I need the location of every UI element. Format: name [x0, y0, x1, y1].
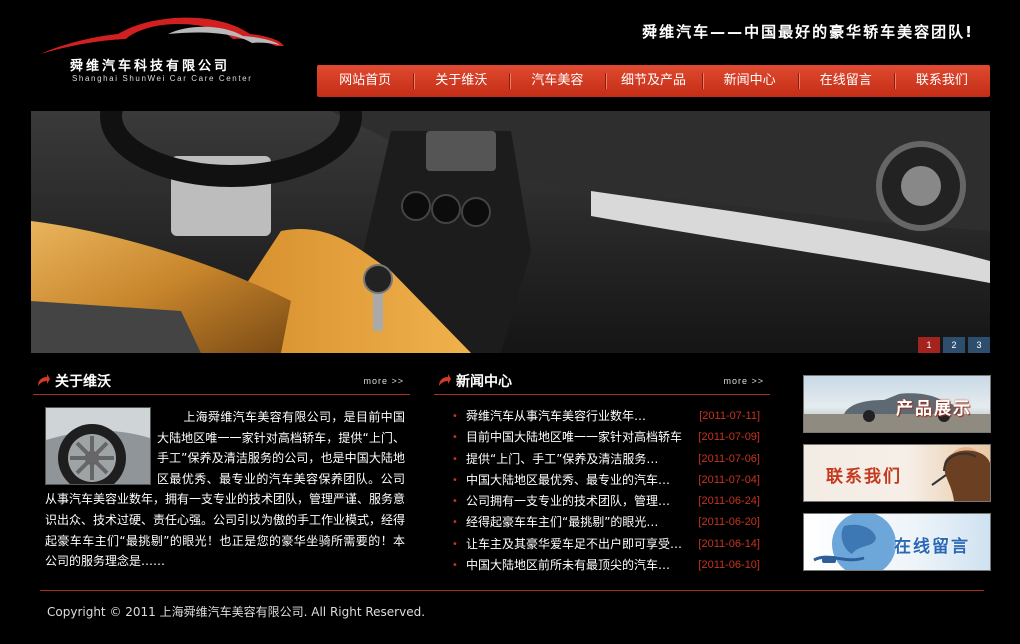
curved-arrow-icon: [38, 374, 50, 386]
site-logo[interactable]: 舜维汽车科技有限公司 Shanghai ShunWei Car Care Cen…: [38, 12, 288, 83]
products-label: 产品展示: [896, 399, 972, 419]
news-title[interactable]: 公司拥有一支专业的技术团队，管理…: [466, 491, 684, 512]
news-title[interactable]: 让车主及其豪华爱车足不出户即可享受…: [466, 534, 684, 555]
online-message-button[interactable]: 在线留言: [803, 513, 991, 571]
news-title[interactable]: 提供“上门、手工”保养及清洁服务…: [466, 449, 684, 470]
bullet-icon: •: [452, 538, 458, 550]
brand-name-cn: 舜维汽车科技有限公司: [70, 59, 231, 74]
hero-banner[interactable]: 1 2 3: [31, 111, 990, 353]
nav-news[interactable]: 新闻中心: [701, 65, 798, 97]
news-title[interactable]: 目前中国大陆地区唯一一家针对高档轿车: [466, 427, 684, 448]
news-date: [2011-07-06]: [698, 452, 760, 465]
message-label: 在线留言: [894, 537, 970, 557]
bullet-icon: •: [452, 474, 458, 486]
news-title[interactable]: 中国大陆地区前所未有最顶尖的汽车…: [466, 555, 684, 576]
car-silhouette-logo-icon: [40, 17, 284, 54]
news-item[interactable]: • 目前中国大陆地区唯一一家针对高档轿车 [2011-07-09]: [438, 427, 768, 448]
nav-message[interactable]: 在线留言: [797, 65, 894, 97]
slider-dot-3[interactable]: 3: [968, 337, 990, 353]
nav-contact[interactable]: 联系我们: [893, 65, 990, 97]
news-more-label: more: [723, 376, 748, 386]
news-title[interactable]: 经得起豪车车主们“最挑剔”的眼光…: [466, 512, 684, 533]
about-description: 上海舜维汽车美容有限公司，是目前中国大陆地区唯一一家针对高档轿车，提供“上门、手…: [45, 407, 405, 572]
nav-details-products[interactable]: 细节及产品: [605, 65, 701, 97]
bullet-icon: •: [452, 517, 458, 529]
curved-arrow-icon: [439, 374, 451, 386]
nav-car-care[interactable]: 汽车美容: [509, 65, 605, 97]
news-section-title: 新闻中心: [456, 374, 512, 390]
news-date: [2011-06-20]: [698, 516, 760, 529]
slider-pagination: 1 2 3: [918, 337, 990, 353]
slider-dot-1[interactable]: 1: [918, 337, 940, 353]
header-slogan: 舜维汽车——中国最好的豪华轿车美容团队!: [642, 23, 974, 41]
bullet-icon: •: [452, 411, 458, 422]
news-item[interactable]: • 中国大陆地区前所未有最顶尖的汽车… [2011-06-10]: [438, 555, 768, 576]
news-date: [2011-06-14]: [698, 537, 760, 550]
news-list: • 舜维汽车从事汽车美容行业数年… [2011-07-11] • 目前中国大陆地区唯一…: [438, 406, 768, 576]
brand-name-en: Shanghai ShunWei Car Care Center: [72, 74, 253, 83]
bullet-icon: •: [452, 432, 458, 444]
news-date: [2011-07-09]: [698, 431, 760, 444]
news-item[interactable]: • 舜维汽车从事汽车美容行业数年… [2011-07-11]: [438, 406, 768, 427]
about-section-header: 关于维沃 more >>: [33, 368, 410, 395]
contact-label: 联系我们: [826, 467, 902, 487]
news-item[interactable]: • 中国大陆地区最优秀、最专业的汽车… [2011-07-04]: [438, 470, 768, 491]
about-more-label: more: [363, 376, 388, 386]
news-date: [2011-07-11]: [699, 410, 760, 422]
news-date: [2011-07-04]: [698, 473, 760, 486]
bullet-icon: •: [452, 496, 458, 508]
news-item[interactable]: • 让车主及其豪华爱车足不出户即可享受… [2011-06-14]: [438, 534, 768, 555]
slider-dot-2[interactable]: 2: [943, 337, 965, 353]
news-more-link[interactable]: more >>: [723, 376, 764, 386]
news-item[interactable]: • 公司拥有一支专业的技术团队，管理… [2011-06-24]: [438, 491, 768, 512]
nav-about[interactable]: 关于维沃: [413, 65, 509, 97]
news-item[interactable]: • 经得起豪车车主们“最挑剔”的眼光… [2011-06-20]: [438, 512, 768, 533]
about-more-link[interactable]: more >>: [363, 376, 404, 386]
news-title[interactable]: 舜维汽车从事汽车美容行业数年…: [466, 406, 684, 427]
nav-home[interactable]: 网站首页: [317, 65, 413, 97]
contact-us-button[interactable]: 联系我们: [803, 444, 991, 502]
main-nav: 网站首页 关于维沃 汽车美容 细节及产品 新闻中心 在线留言 联系我们: [317, 65, 990, 97]
news-date: [2011-06-10]: [698, 559, 760, 572]
bullet-icon: •: [452, 453, 458, 465]
about-section-title: 关于维沃: [55, 374, 111, 390]
news-section-header: 新闻中心 more >>: [434, 368, 770, 395]
news-title[interactable]: 中国大陆地区最优秀、最专业的汽车…: [466, 470, 684, 491]
bullet-icon: •: [452, 560, 458, 572]
car-interior-image: [31, 111, 990, 353]
news-date: [2011-06-24]: [698, 495, 760, 508]
footer-divider: [40, 590, 984, 591]
copyright-text: Copyright © 2011 上海舜维汽车美容有限公司. All Right…: [47, 605, 426, 619]
products-showcase-button[interactable]: 产品展示: [803, 375, 991, 433]
news-item[interactable]: • 提供“上门、手工”保养及清洁服务… [2011-07-06]: [438, 449, 768, 470]
